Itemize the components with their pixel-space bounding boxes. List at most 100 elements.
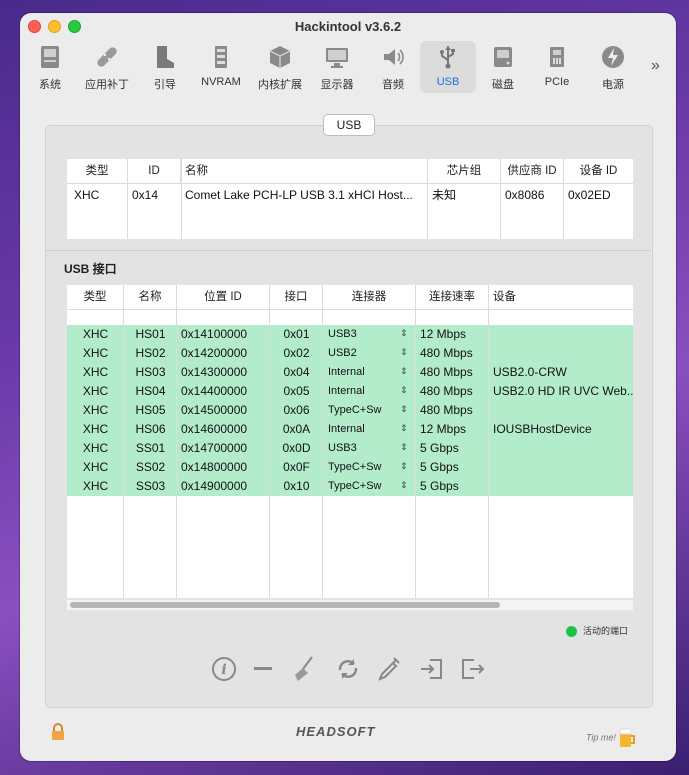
- cell-name: HS01: [135, 327, 166, 341]
- column-header[interactable]: ID: [128, 159, 181, 183]
- table-row[interactable]: XHC SS03 0x14900000 0x10 TypeC+Sw 5 Gbps ⇕: [67, 477, 633, 496]
- cell-device: [493, 439, 633, 458]
- popup-chevron-icon[interactable]: ⇕: [400, 480, 408, 491]
- cell-name: HS06: [135, 422, 166, 436]
- column-divider: [123, 309, 124, 598]
- horizontal-scrollbar[interactable]: [67, 600, 633, 610]
- tab-usb[interactable]: USB: [323, 114, 375, 136]
- cell-port: 0x0A: [282, 422, 311, 436]
- popup-chevron-icon[interactable]: ⇕: [400, 423, 408, 434]
- cell-connector[interactable]: Internal: [328, 382, 398, 401]
- import-icon[interactable]: [418, 655, 446, 683]
- cell-location-id: 0x14800000: [181, 460, 248, 474]
- cell-connector[interactable]: USB3: [328, 439, 398, 458]
- table-row[interactable]: XHC HS06 0x14600000 0x0A Internal 12 Mbps IOUS…: [67, 420, 633, 439]
- kext-icon: [269, 46, 291, 68]
- table-row[interactable]: XHC HS04 0x14400000 0x05 Internal 480 Mbps USB…: [67, 382, 633, 401]
- toolbar-pcie-button[interactable]: PCIe: [529, 41, 585, 93]
- table-header: 类型 名称 位置 ID 接口 连接器 连接速率 设备: [67, 285, 633, 310]
- column-header[interactable]: 芯片组: [428, 159, 501, 183]
- cell-type: XHC: [82, 346, 109, 360]
- toolbar-boot-button[interactable]: 引导: [137, 41, 193, 93]
- table-row[interactable]: XHC 0x14 Comet Lake PCH-LP USB 3.1 xHCI …: [67, 186, 633, 205]
- table-row[interactable]: XHC HS02 0x14200000 0x02 USB2 480 Mbps ⇕: [67, 344, 633, 363]
- ports-table: 类型 名称 位置 ID 接口 连接器 连接速率 设备 XHC HS01 0x1410…: [67, 285, 633, 598]
- cell-location-id: 0x14500000: [181, 403, 248, 417]
- column-header[interactable]: 接口: [270, 285, 323, 309]
- cell-type: XHC: [82, 441, 109, 455]
- cell-port: 0x06: [283, 403, 310, 417]
- cell-device: [493, 325, 633, 344]
- info-icon[interactable]: i: [210, 655, 238, 683]
- column-header[interactable]: 类型: [67, 159, 128, 183]
- column-header[interactable]: 位置 ID: [177, 285, 270, 309]
- column-divider: [269, 309, 270, 598]
- column-header[interactable]: 连接速率: [416, 285, 489, 309]
- cell-connector[interactable]: TypeC+Sw: [328, 401, 398, 420]
- column-header[interactable]: 设备: [489, 285, 633, 309]
- scrollbar-thumb[interactable]: [70, 602, 500, 608]
- table-row[interactable]: XHC HS01 0x14100000 0x01 USB3 12 Mbps ⇕: [67, 325, 633, 344]
- cell-name: HS02: [135, 346, 166, 360]
- toolbar-kext-button[interactable]: 内核扩展: [252, 41, 308, 93]
- table-row[interactable]: XHC HS05 0x14500000 0x06 TypeC+Sw 480 Mbps ⇕: [67, 401, 633, 420]
- inject-icon[interactable]: [374, 655, 402, 683]
- tip-me-label: Tip me!: [586, 732, 616, 743]
- column-divider: [488, 309, 489, 598]
- table-row[interactable]: XHC SS02 0x14800000 0x0F TypeC+Sw 5 Gbps ⇕: [67, 458, 633, 477]
- popup-chevron-icon[interactable]: ⇕: [400, 442, 408, 453]
- broom-icon[interactable]: [290, 655, 318, 683]
- cell-name: SS02: [135, 460, 166, 474]
- cell-port: 0x0F: [283, 460, 310, 474]
- nvram-icon: [215, 46, 227, 68]
- cell-type: XHC: [82, 365, 109, 379]
- lock-icon[interactable]: [50, 723, 66, 741]
- cell-id: 0x14: [132, 188, 159, 202]
- legend-label: 活动的端口: [583, 626, 629, 636]
- popup-chevron-icon[interactable]: ⇕: [400, 461, 408, 472]
- remove-icon[interactable]: [250, 655, 278, 683]
- toolbar-nvram-button[interactable]: NVRAM: [193, 41, 249, 93]
- column-header[interactable]: 类型: [67, 285, 124, 309]
- headsoft-logo: HEADSOFT: [296, 724, 376, 739]
- popup-chevron-icon[interactable]: ⇕: [400, 385, 408, 396]
- toolbar-system-button[interactable]: 系统: [22, 41, 78, 93]
- cell-port: 0x05: [283, 384, 310, 398]
- toolbar-disk-button[interactable]: 磁盘: [475, 41, 531, 93]
- toolbar-display-button[interactable]: 显示器: [309, 41, 365, 93]
- column-divider: [176, 309, 177, 598]
- popup-chevron-icon[interactable]: ⇕: [400, 328, 408, 339]
- export-icon[interactable]: [458, 655, 486, 683]
- toolbar-patch-button[interactable]: 应用补丁: [79, 41, 135, 93]
- action-bar: i: [210, 655, 520, 685]
- audio-icon: [384, 49, 404, 65]
- toolbar-audio-button[interactable]: 音频: [365, 41, 421, 93]
- toolbar-label: 系统: [39, 79, 61, 91]
- cell-port: 0x01: [283, 327, 310, 341]
- cell-location-id: 0x14600000: [181, 422, 248, 436]
- cell-connector[interactable]: Internal: [328, 420, 398, 439]
- popup-chevron-icon[interactable]: ⇕: [400, 404, 408, 415]
- column-header[interactable]: 供应商 ID: [501, 159, 564, 183]
- cell-speed: 5 Gbps: [420, 479, 459, 493]
- refresh-icon[interactable]: [334, 655, 362, 683]
- column-header[interactable]: 名称: [181, 159, 428, 183]
- cell-connector[interactable]: TypeC+Sw: [328, 477, 398, 496]
- cell-connector[interactable]: TypeC+Sw: [328, 458, 398, 477]
- toolbar-usb-button[interactable]: USB: [420, 41, 476, 93]
- popup-chevron-icon[interactable]: ⇕: [400, 347, 408, 358]
- table-row[interactable]: XHC SS01 0x14700000 0x0D USB3 5 Gbps ⇕: [67, 439, 633, 458]
- column-header[interactable]: 连接器: [323, 285, 416, 309]
- cell-connector[interactable]: USB2: [328, 344, 398, 363]
- popup-chevron-icon[interactable]: ⇕: [400, 366, 408, 377]
- cell-type: XHC: [74, 188, 100, 202]
- toolbar-power-button[interactable]: 电源: [585, 41, 641, 93]
- column-header[interactable]: 名称: [124, 285, 177, 309]
- cell-connector[interactable]: Internal: [328, 363, 398, 382]
- table-row[interactable]: XHC HS03 0x14300000 0x04 Internal 480 Mbps USB…: [67, 363, 633, 382]
- tip-me-button[interactable]: Tip me!: [586, 727, 636, 749]
- ports-section-title: USB 接口: [64, 262, 117, 276]
- toolbar-overflow-button[interactable]: »: [651, 57, 660, 75]
- cell-connector[interactable]: USB3: [328, 325, 398, 344]
- column-header[interactable]: 设备 ID: [564, 159, 633, 183]
